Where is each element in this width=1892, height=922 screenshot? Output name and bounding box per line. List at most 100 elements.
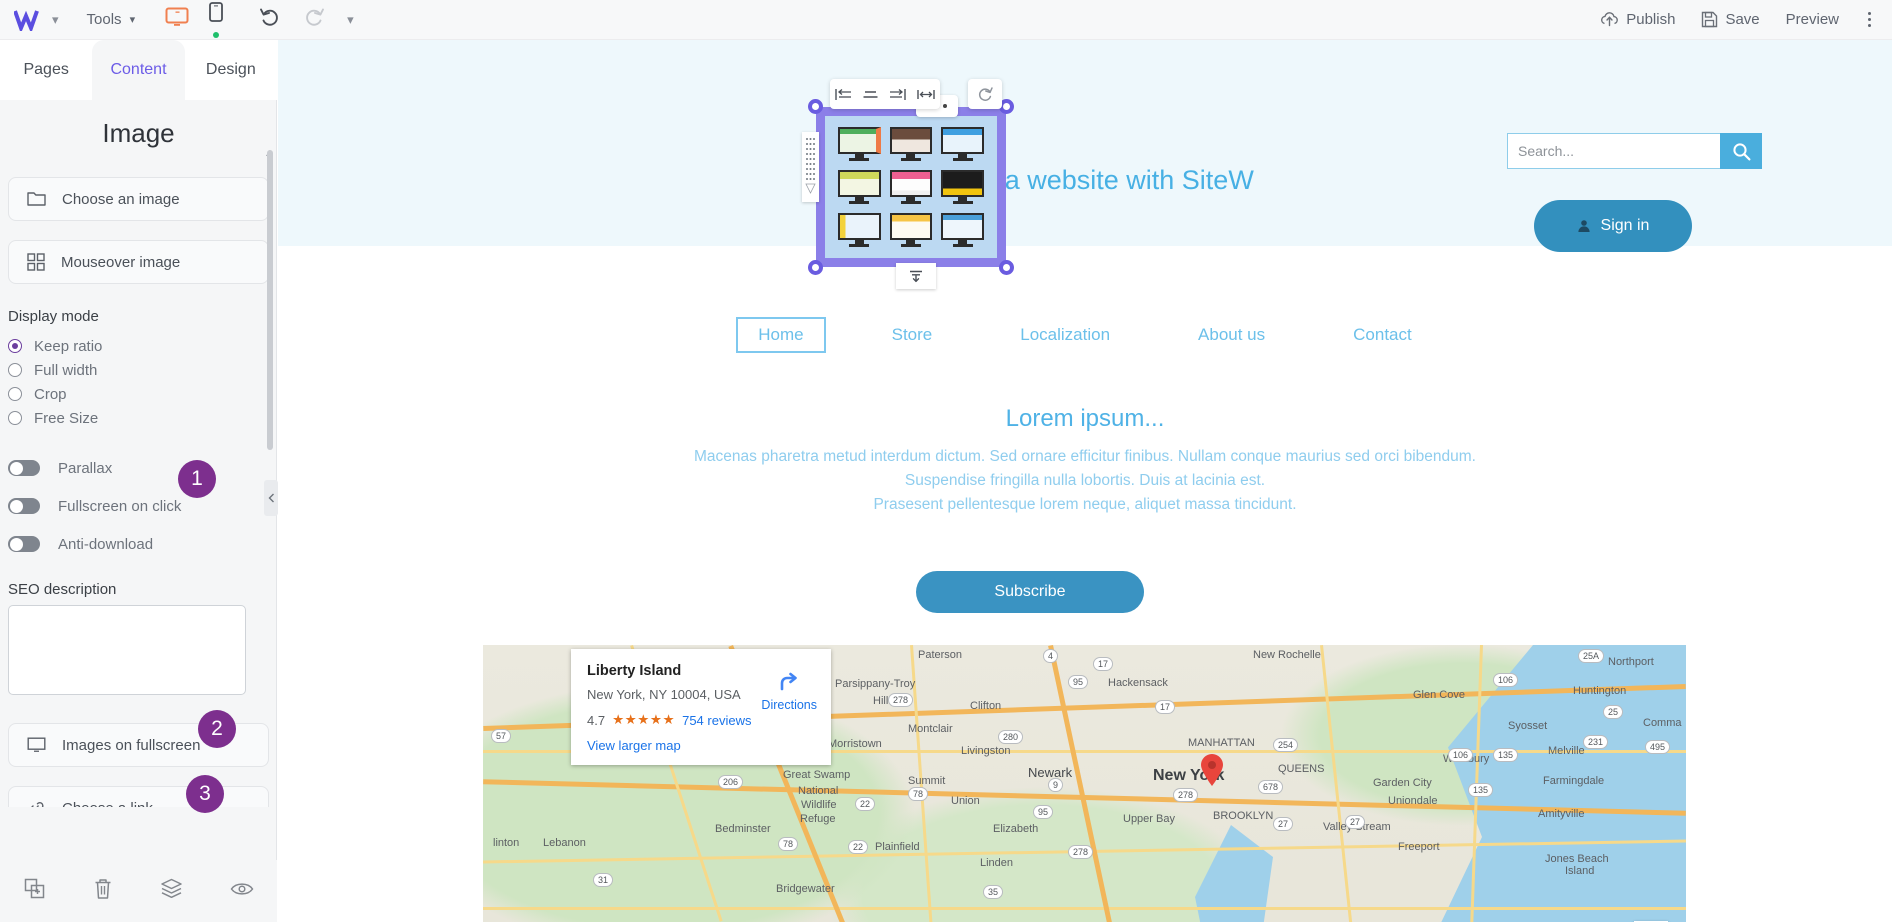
map-place-label: Island (1565, 865, 1595, 877)
badge-2: 2 (198, 710, 236, 748)
fullscreen-on-click-toggle[interactable] (8, 498, 40, 514)
layers-button[interactable] (160, 878, 183, 904)
toggle-parallax-row[interactable]: Parallax (8, 455, 277, 481)
search-button[interactable] (1720, 133, 1762, 169)
sidebar-collapse-handle[interactable] (264, 480, 278, 516)
map-route-shield: 4 (1043, 649, 1059, 663)
search-icon (1732, 142, 1750, 160)
map-route-shield: 78 (908, 787, 929, 801)
delete-button[interactable] (93, 878, 113, 905)
map-place-label: Morristown (828, 738, 882, 750)
preview-label: Preview (1785, 11, 1839, 28)
widget-drag-handle[interactable] (802, 132, 819, 202)
grid-squares-icon (27, 253, 45, 271)
map-route-shield: 278 (1173, 788, 1199, 802)
mouseover-image-button[interactable]: Mouseover image (8, 240, 269, 284)
map-route-shield: 17 (1155, 700, 1176, 714)
selected-image-widget[interactable] (802, 95, 1014, 289)
resize-handle-top-left[interactable] (808, 99, 823, 114)
sidebar-scrollbar[interactable] (267, 150, 273, 450)
radio-indicator (8, 387, 22, 401)
anti-download-toggle[interactable] (8, 536, 40, 552)
map-place-label: BROOKLYN (1213, 810, 1274, 822)
widget-align-bottom-button[interactable] (896, 263, 936, 289)
tools-menu[interactable]: Tools ▾ (87, 11, 136, 28)
trash-icon (95, 878, 110, 899)
map-place-label: Comma (1643, 717, 1682, 729)
map-route-shield: 135 (1468, 783, 1494, 797)
parallax-toggle[interactable] (8, 460, 40, 476)
nav-item-localization[interactable]: Localization (998, 317, 1132, 353)
nav-item-contact[interactable]: Contact (1331, 317, 1434, 353)
map-place-label: Plainfield (875, 841, 920, 853)
align-left-icon[interactable] (835, 88, 852, 101)
toggle-anti-download-row[interactable]: Anti-download (8, 531, 277, 557)
choose-an-image-button[interactable]: Choose an image (8, 177, 269, 221)
lorem-line: Suspendise fringilla nulla lobortis. Dui… (904, 472, 1266, 490)
desktop-view-button[interactable] (165, 7, 189, 32)
subscribe-button[interactable]: Subscribe (916, 571, 1144, 613)
map-route-shield: 95 (1068, 675, 1089, 689)
resize-handle-bottom-left[interactable] (808, 260, 823, 275)
view-larger-map-link[interactable]: View larger map (587, 738, 815, 753)
more-options-button[interactable] (1865, 9, 1874, 30)
reset-rotate-icon (978, 87, 993, 101)
selection-reset-button[interactable] (968, 79, 1002, 109)
radio-indicator (8, 363, 22, 377)
site-hero-title: Create a website with SiteW (916, 165, 1254, 195)
map-route-shield: 135 (1493, 748, 1519, 762)
map-route-shield: 25 (1603, 705, 1624, 719)
chevron-left-icon (268, 493, 274, 503)
undo-button[interactable] (259, 7, 281, 32)
choose-a-link-button[interactable]: Choose a link (8, 786, 269, 807)
template-thumb (835, 210, 884, 250)
nav-item-store[interactable]: Store (870, 317, 955, 353)
radio-full-width[interactable]: Full width (8, 358, 277, 382)
drag-handle-icon (805, 138, 816, 194)
radio-keep-ratio[interactable]: Keep ratio (8, 334, 277, 358)
eye-icon (230, 882, 253, 895)
tab-design[interactable]: Design (185, 40, 277, 100)
kebab-dot (1868, 12, 1871, 15)
align-right-icon[interactable] (889, 88, 906, 101)
align-bottom-icon (910, 270, 922, 282)
seo-description-input[interactable] (8, 605, 246, 695)
resize-handle-bottom-right[interactable] (999, 260, 1014, 275)
save-label: Save (1725, 11, 1760, 28)
map-place-label: Jones Beach (1545, 853, 1609, 865)
map-place-label: Paterson (918, 649, 963, 661)
toggle-fullscreen-on-click-row[interactable]: Fullscreen on click (8, 493, 277, 519)
map-route-shield: 280 (998, 730, 1024, 744)
sign-in-button[interactable]: Sign in (1534, 200, 1692, 252)
link-chain-icon (31, 802, 44, 807)
fit-width-icon[interactable] (916, 88, 935, 101)
map-place-label: QUEENS (1278, 763, 1325, 775)
visibility-button[interactable] (230, 881, 254, 902)
directions-button[interactable]: Directions (761, 671, 817, 712)
map-place-label: Summit (908, 775, 946, 787)
save-button[interactable]: Save (1701, 11, 1760, 28)
app-logo[interactable] (14, 9, 42, 31)
map-location-pin[interactable] (1199, 753, 1225, 792)
publish-button[interactable]: Publish (1600, 11, 1675, 28)
map-place-label: Union (951, 795, 980, 807)
map-place-label: Syosset (1508, 720, 1548, 732)
nav-item-about-us[interactable]: About us (1176, 317, 1287, 353)
chevron-down-icon[interactable]: ▾ (52, 12, 59, 28)
nav-item-home[interactable]: Home (736, 317, 826, 353)
mobile-view-button[interactable] (209, 1, 223, 38)
template-thumb (835, 167, 884, 207)
redo-button[interactable] (303, 7, 325, 32)
tab-content[interactable]: Content (92, 40, 185, 100)
map-route-shield: 278 (1068, 845, 1094, 859)
radio-crop[interactable]: Crop (8, 382, 277, 406)
search-input[interactable] (1507, 133, 1720, 169)
align-center-icon[interactable] (863, 88, 878, 101)
history-chevron-down-icon[interactable]: ▾ (347, 12, 354, 28)
radio-free-size[interactable]: Free Size (8, 406, 277, 430)
preview-button[interactable]: Preview (1786, 11, 1839, 28)
duplicate-button[interactable] (24, 878, 46, 905)
map-place-label: Refuge (800, 813, 836, 825)
tab-pages[interactable]: Pages (0, 40, 92, 100)
reviews-count[interactable]: 754 reviews (682, 713, 751, 728)
